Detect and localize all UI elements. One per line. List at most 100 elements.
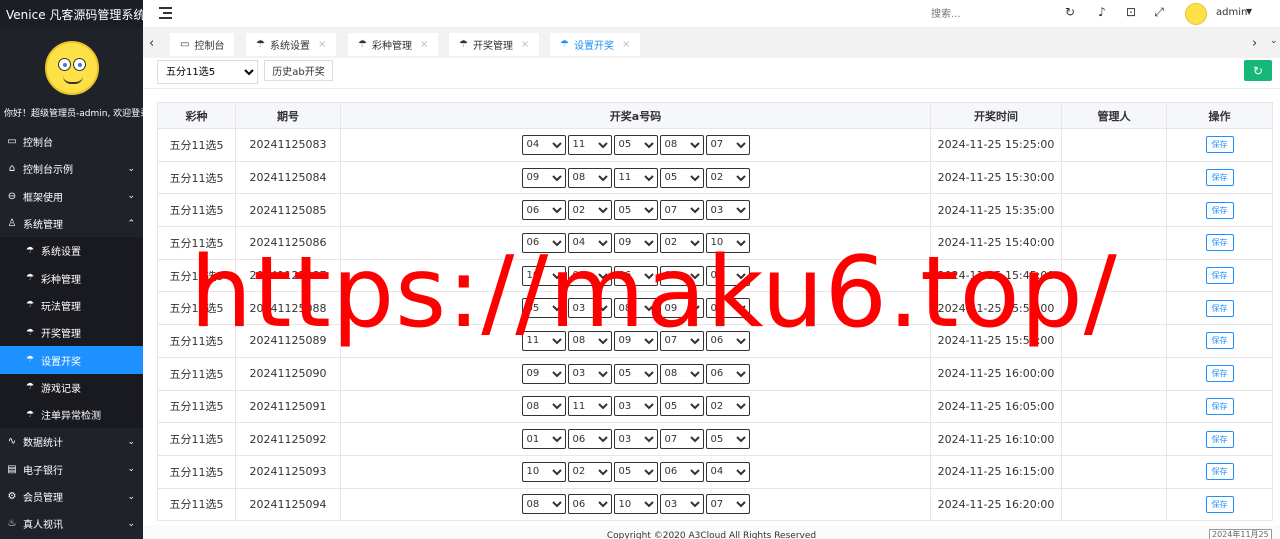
sidebar-item[interactable]: ▭ 控制台 — [0, 128, 143, 155]
sidebar-item[interactable]: ☂ 开奖管理 — [0, 319, 143, 346]
caret-down-icon[interactable]: ▼ — [1246, 7, 1252, 16]
number-select[interactable]: 07 — [659, 200, 704, 221]
refresh-icon[interactable]: ↻ — [1062, 5, 1078, 19]
number-select[interactable]: 02 — [567, 461, 612, 482]
history-ab-button[interactable]: 历史ab开奖 — [264, 60, 333, 81]
sidebar-item[interactable]: ⌂ 控制台示例 ⌄ — [0, 155, 143, 182]
number-select[interactable]: 03 — [659, 494, 704, 515]
lock-icon[interactable]: ⊡ — [1123, 5, 1139, 19]
number-select[interactable]: 06 — [567, 429, 612, 450]
sidebar-item[interactable]: ⊖ 框架使用 ⌄ — [0, 183, 143, 210]
number-select[interactable]: 11 — [521, 330, 566, 351]
number-select[interactable]: 10 — [613, 494, 658, 515]
tab-item[interactable]: ☂ 设置开奖 × — [550, 33, 641, 56]
save-button[interactable]: 保存 — [1205, 169, 1234, 187]
number-select[interactable]: 05 — [659, 396, 704, 417]
number-select[interactable]: 05 — [659, 167, 704, 188]
sidebar-item[interactable]: ♨ 真人视讯 ⌄ — [0, 510, 143, 537]
number-select[interactable]: 06 — [705, 363, 750, 384]
close-icon[interactable]: × — [420, 39, 428, 50]
save-button[interactable]: 保存 — [1205, 201, 1234, 219]
number-select[interactable]: 07 — [705, 265, 750, 286]
sidebar-item[interactable]: ☂ 设置开奖 — [0, 346, 143, 374]
user-name[interactable]: admin — [1216, 7, 1247, 18]
search-input[interactable] — [931, 6, 1041, 22]
number-select[interactable]: 04 — [521, 134, 566, 155]
number-select[interactable]: 02 — [705, 396, 750, 417]
number-select[interactable]: 04 — [705, 461, 750, 482]
number-select[interactable]: 08 — [567, 265, 612, 286]
number-select[interactable]: 11 — [613, 167, 658, 188]
sidebar-item[interactable]: ∿ 数据统计 ⌄ — [0, 428, 143, 455]
sidebar-item[interactable]: ☂ 游戏记录 — [0, 374, 143, 401]
tab-menu-icon[interactable]: ⌄ — [1270, 36, 1278, 46]
number-select[interactable]: 03 — [567, 363, 612, 384]
tab-item[interactable]: ☂ 彩种管理 × — [348, 33, 439, 56]
user-avatar[interactable] — [1185, 3, 1207, 25]
number-select[interactable]: 11 — [567, 396, 612, 417]
number-select[interactable]: 03 — [613, 429, 658, 450]
number-select[interactable]: 06 — [521, 232, 566, 253]
number-select[interactable]: 04 — [567, 232, 612, 253]
number-select[interactable]: 06 — [613, 265, 658, 286]
tab-item[interactable]: ☂ 开奖管理 × — [449, 33, 540, 56]
number-select[interactable]: 08 — [567, 330, 612, 351]
number-select[interactable]: 02 — [705, 167, 750, 188]
number-select[interactable]: 06 — [521, 200, 566, 221]
number-select[interactable]: 03 — [705, 200, 750, 221]
save-button[interactable]: 保存 — [1205, 136, 1234, 154]
fullscreen-icon[interactable]: ⤢ — [1151, 5, 1167, 20]
number-select[interactable]: 01 — [521, 429, 566, 450]
sidebar-item[interactable]: ♙ 系统管理 ⌃ — [0, 210, 143, 237]
number-select[interactable]: 05 — [613, 461, 658, 482]
save-button[interactable]: 保存 — [1205, 299, 1234, 317]
number-select[interactable]: 02 — [659, 265, 704, 286]
save-button[interactable]: 保存 — [1205, 332, 1234, 350]
number-select[interactable]: 01 — [705, 298, 750, 319]
number-select[interactable]: 07 — [659, 429, 704, 450]
number-select[interactable]: 09 — [613, 232, 658, 253]
number-select[interactable]: 09 — [521, 363, 566, 384]
lottery-select[interactable]: 五分11选5 — [157, 60, 258, 84]
number-select[interactable]: 07 — [705, 494, 750, 515]
save-button[interactable]: 保存 — [1205, 365, 1234, 383]
number-select[interactable]: 10 — [521, 461, 566, 482]
close-icon[interactable]: × — [318, 39, 326, 50]
number-select[interactable]: 05 — [613, 363, 658, 384]
tab-next-icon[interactable]: › — [1252, 36, 1257, 51]
save-button[interactable]: 保存 — [1205, 234, 1234, 252]
number-select[interactable]: 05 — [705, 429, 750, 450]
number-select[interactable]: 08 — [521, 396, 566, 417]
number-select[interactable]: 05 — [521, 298, 566, 319]
number-select[interactable]: 09 — [613, 330, 658, 351]
number-select[interactable]: 08 — [659, 134, 704, 155]
close-icon[interactable]: × — [521, 39, 529, 50]
number-select[interactable]: 06 — [705, 330, 750, 351]
sidebar-item[interactable]: ☂ 系统设置 — [0, 237, 143, 264]
refresh-button[interactable]: ↻ — [1244, 60, 1272, 81]
tab-item[interactable]: ☂ 系统设置 × — [246, 33, 337, 56]
save-button[interactable]: 保存 — [1205, 267, 1234, 285]
tab-prev-icon[interactable]: ‹ — [149, 36, 154, 51]
number-select[interactable]: 11 — [567, 134, 612, 155]
number-select[interactable]: 03 — [613, 396, 658, 417]
menu-toggle-icon[interactable] — [159, 7, 172, 19]
sidebar-item[interactable]: ☂ 玩法管理 — [0, 292, 143, 319]
number-select[interactable]: 02 — [567, 200, 612, 221]
number-select[interactable]: 09 — [521, 167, 566, 188]
save-button[interactable]: 保存 — [1205, 495, 1234, 513]
number-select[interactable]: 08 — [613, 298, 658, 319]
number-select[interactable]: 07 — [705, 134, 750, 155]
number-select[interactable]: 10 — [521, 265, 566, 286]
sidebar-item[interactable]: ⚙ 会员管理 ⌄ — [0, 483, 143, 510]
save-button[interactable]: 保存 — [1205, 430, 1234, 448]
tab-item[interactable]: ▭ 控制台 — [170, 33, 235, 56]
sidebar-item[interactable]: ☂ 彩种管理 — [0, 264, 143, 291]
number-select[interactable]: 07 — [659, 330, 704, 351]
save-button[interactable]: 保存 — [1205, 397, 1234, 415]
number-select[interactable]: 08 — [659, 363, 704, 384]
number-select[interactable]: 08 — [521, 494, 566, 515]
close-icon[interactable]: × — [622, 39, 630, 50]
number-select[interactable]: 06 — [659, 461, 704, 482]
save-button[interactable]: 保存 — [1205, 463, 1234, 481]
